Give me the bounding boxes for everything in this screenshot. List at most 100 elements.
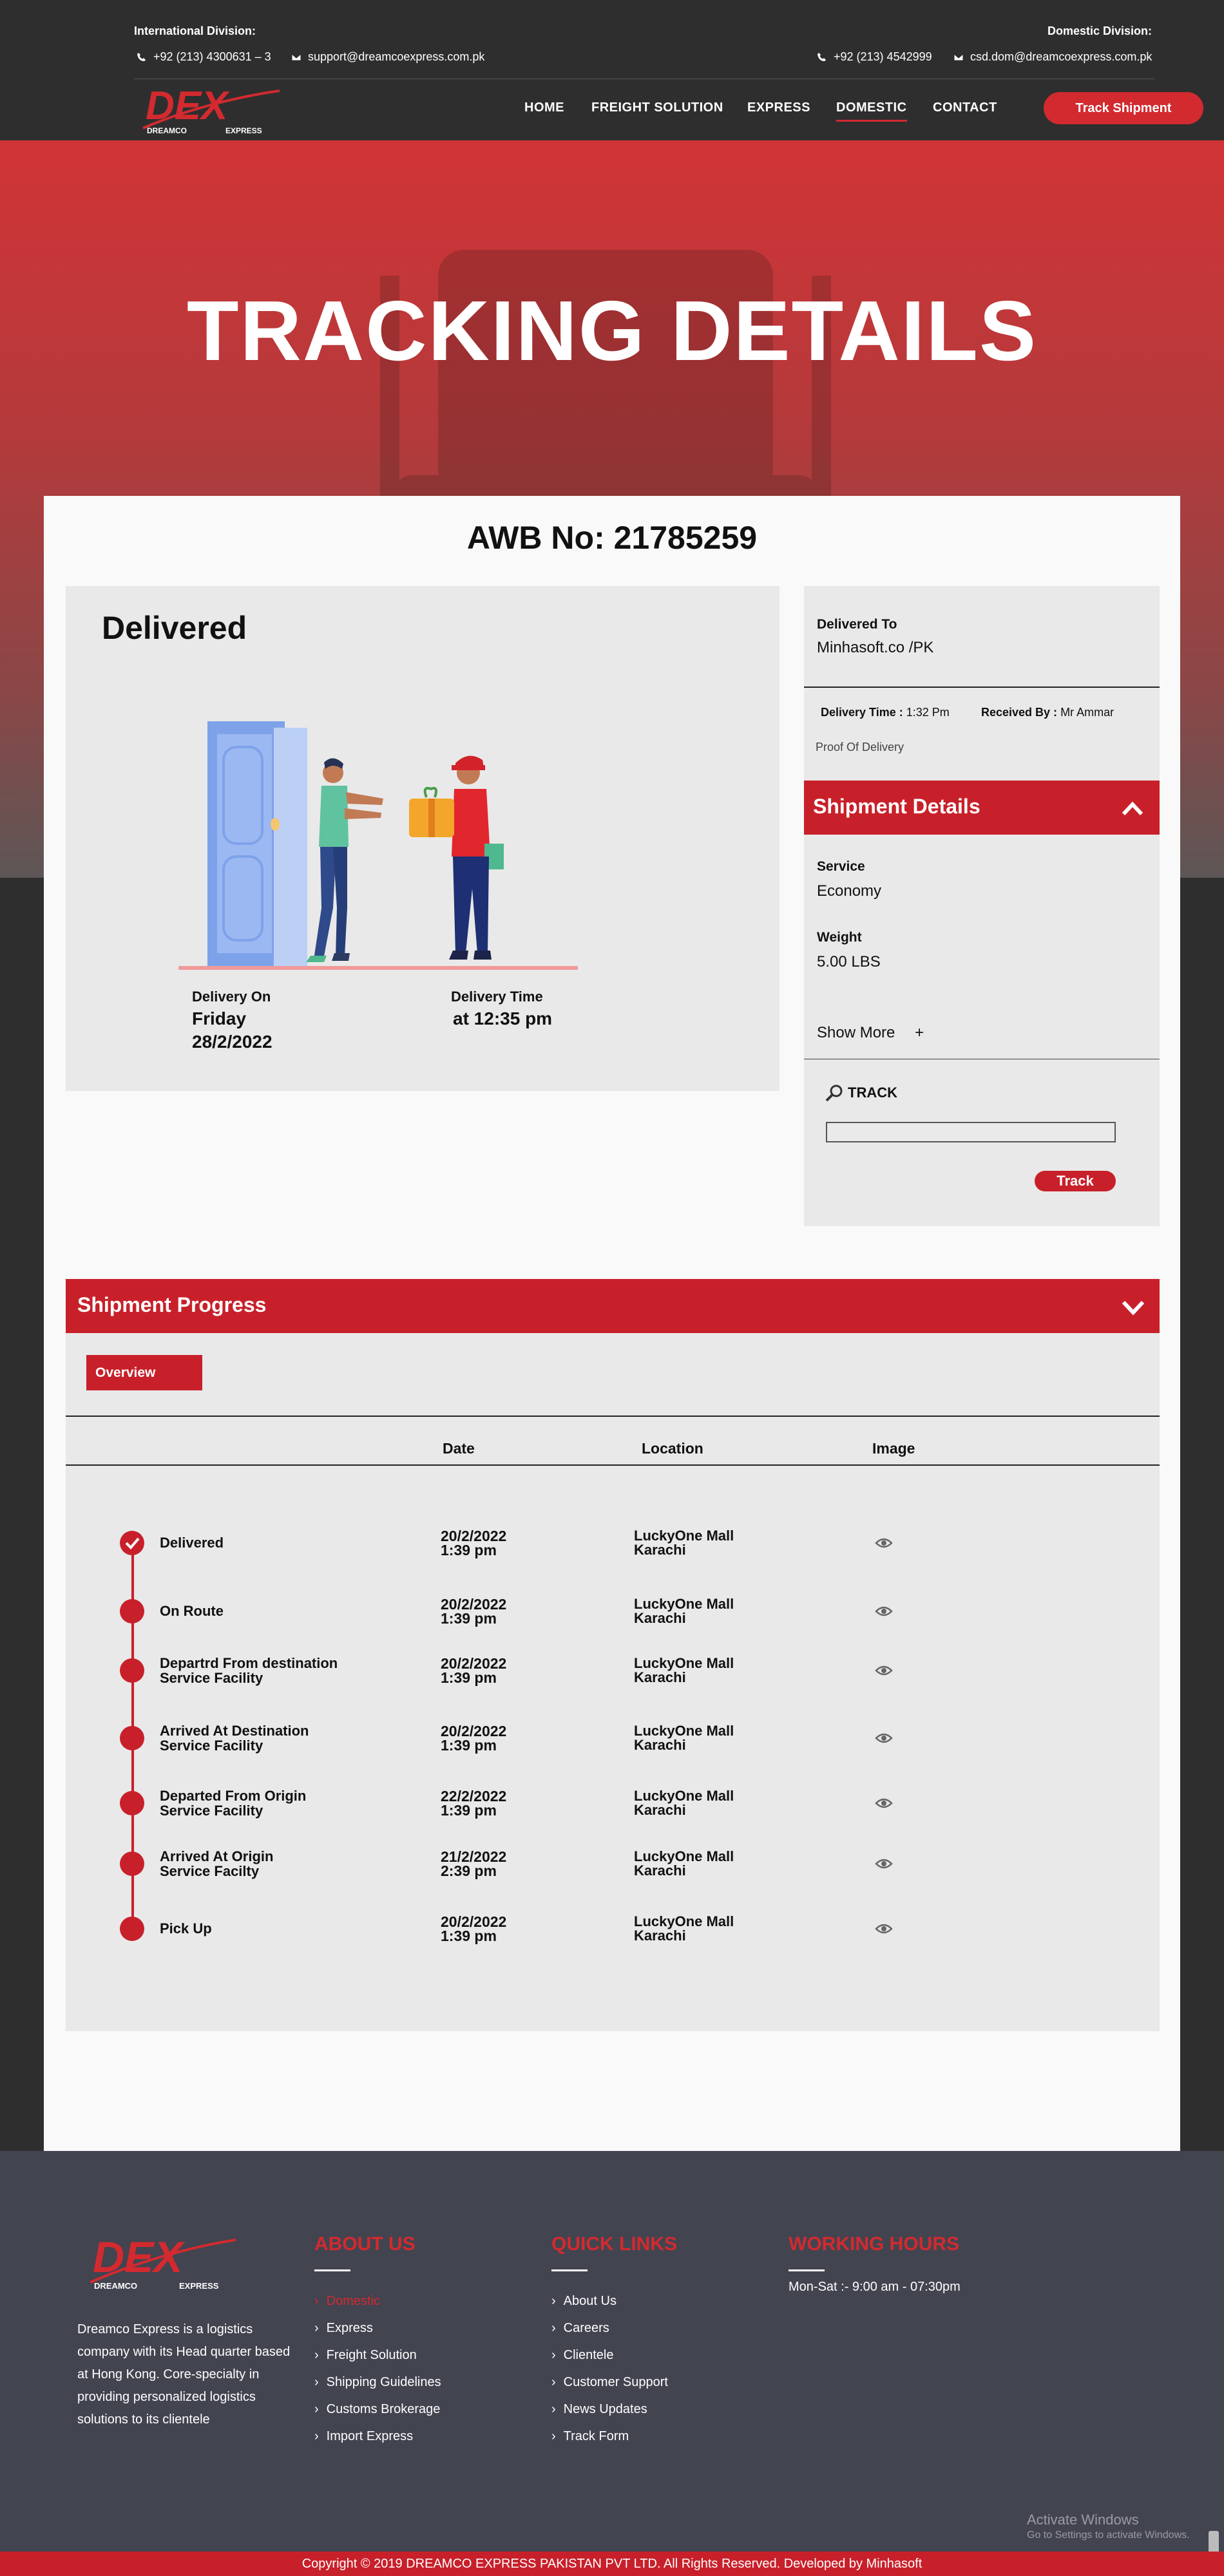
footer-quick-link[interactable]: › Track Form — [551, 2429, 629, 2444]
shipment-progress-header[interactable]: Shipment Progress — [66, 1279, 1160, 1333]
footer-quick-link[interactable]: › About Us — [551, 2294, 617, 2309]
step-time-value: 1:39 pm — [441, 1542, 497, 1558]
step-location-line2: Karachi — [634, 1862, 686, 1879]
footer-quick-link[interactable]: › Clientele — [551, 2348, 614, 2363]
chevron-right-icon: › — [551, 2375, 556, 2389]
step-date: 20/2/2022 1:39 pm — [441, 1597, 506, 1627]
footer-about-link[interactable]: › Shipping Guidelines — [314, 2375, 441, 2390]
side-delivery-time-label: Delivery Time : — [821, 706, 903, 719]
eye-icon[interactable] — [875, 1537, 893, 1549]
step-date-value: 20/2/2022 — [441, 1913, 507, 1930]
column-date: Date — [443, 1440, 475, 1457]
step-time-value: 1:39 pm — [441, 1927, 497, 1944]
step-location: LuckyOne Mall Karachi — [634, 1529, 789, 1557]
footer-about-link[interactable]: › Freight Solution — [314, 2348, 417, 2363]
copyright-bar: Copyright © 2019 DREAMCO EXPRESS PAKISTA… — [0, 2552, 1224, 2576]
show-more-button[interactable]: Show More + — [817, 1024, 924, 1042]
step-date: 20/2/2022 1:39 pm — [441, 1913, 507, 1944]
step-date-value: 20/2/2022 — [441, 1528, 507, 1544]
footer-about-underline — [314, 2269, 350, 2271]
step-label-line1: Departrd From destination — [160, 1655, 338, 1671]
step-dot-icon — [120, 1791, 144, 1815]
step-label-line1: On Route — [160, 1603, 224, 1619]
weight-label: Weight — [817, 930, 862, 945]
shipment-details-header[interactable]: Shipment Details — [804, 781, 1160, 835]
chevron-right-icon: › — [551, 2294, 556, 2308]
nav-contact[interactable]: CONTACT — [933, 100, 997, 115]
domestic-phone[interactable]: +92 (213) 4542999 — [817, 50, 932, 64]
envelope-icon — [291, 53, 301, 61]
domestic-email[interactable]: csd.dom@dreamcoexpress.com.pk — [953, 50, 1152, 64]
magnifier-icon — [825, 1084, 843, 1102]
delivered-to-label: Delivered To — [817, 617, 897, 632]
envelope-icon — [953, 53, 964, 61]
international-email[interactable]: support@dreamcoexpress.com.pk — [291, 50, 484, 64]
step-location-line1: LuckyOne Mall — [634, 1596, 734, 1612]
eye-icon[interactable] — [875, 1732, 893, 1745]
step-time-value: 1:39 pm — [441, 1737, 497, 1754]
scroll-to-top-tab[interactable] — [1209, 2531, 1219, 2554]
delivery-time-value: at 12:35 pm — [453, 1009, 553, 1028]
nav-express[interactable]: EXPRESS — [747, 100, 810, 115]
footer-about-link[interactable]: › Express — [314, 2321, 373, 2336]
footer-about-link-label: Import Express — [326, 2429, 414, 2443]
nav-domestic[interactable]: DOMESTIC — [836, 100, 907, 122]
footer-quick-link-label: Careers — [563, 2321, 609, 2335]
eye-icon[interactable] — [875, 1922, 893, 1935]
track-shipment-button[interactable]: Track Shipment — [1044, 92, 1203, 124]
nav-home[interactable]: HOME — [524, 100, 564, 115]
track-submit-button[interactable]: Track — [1035, 1171, 1116, 1191]
service-label: Service — [817, 859, 865, 874]
proof-of-delivery-link[interactable]: Proof Of Delivery — [816, 741, 904, 754]
domestic-phone-text: +92 (213) 4542999 — [834, 50, 932, 63]
step-time-value: 1:39 pm — [441, 1610, 497, 1627]
column-location: Location — [642, 1440, 703, 1457]
track-awb-input[interactable] — [826, 1122, 1116, 1142]
step-dot-icon — [120, 1599, 144, 1624]
footer-logo-mark: DEX — [93, 2235, 185, 2282]
footer-quick-link[interactable]: › Careers — [551, 2321, 609, 2336]
footer-logo-word-left: DREAMCO — [94, 2281, 137, 2291]
step-label: Arrived At Origin Service Facilty — [160, 1849, 392, 1879]
step-location: LuckyOne Mall Karachi — [634, 1850, 789, 1878]
eye-icon[interactable] — [875, 1857, 893, 1870]
chevron-down-icon[interactable] — [1121, 1296, 1145, 1319]
eye-icon[interactable] — [875, 1797, 893, 1810]
footer-dex-logo[interactable]: DEX DREAMCO EXPRESS — [84, 2235, 238, 2293]
chevron-right-icon: › — [551, 2402, 556, 2416]
step-label-line1: Delivered — [160, 1535, 224, 1551]
footer-about-link-label: Domestic — [326, 2294, 381, 2308]
step-label: Departed From Origin Service Facility — [160, 1788, 392, 1818]
nav-freight-solution[interactable]: FREIGHT SOLUTION — [591, 100, 723, 115]
eye-icon[interactable] — [875, 1605, 893, 1618]
overview-tab[interactable]: Overview — [86, 1355, 202, 1390]
table-header-top-rule — [66, 1416, 1160, 1417]
weight-value: 5.00 LBS — [817, 953, 881, 971]
footer-about-link[interactable]: › Customs Brokerage — [314, 2402, 440, 2417]
chevron-right-icon: › — [551, 2429, 556, 2443]
chevron-up-icon[interactable] — [1121, 796, 1144, 819]
delivery-on-label: Delivery On — [192, 989, 271, 1005]
domestic-email-text: csd.dom@dreamcoexpress.com.pk — [970, 50, 1152, 63]
chevron-right-icon: › — [314, 2429, 319, 2443]
footer-about-link[interactable]: › Import Express — [314, 2429, 413, 2444]
shipment-side-panel: Delivered To Minhasoft.co /PK Delivery T… — [804, 586, 1160, 1226]
step-time-value: 2:39 pm — [441, 1862, 497, 1879]
footer-quick-link[interactable]: › Customer Support — [551, 2375, 668, 2390]
footer-hours-text: Mon-Sat :- 9:00 am - 07:30pm — [789, 2280, 961, 2294]
step-dot-icon — [120, 1658, 144, 1683]
awb-number: AWB No: 21785259 — [466, 520, 758, 556]
footer-logo-word-right: EXPRESS — [179, 2281, 219, 2291]
dex-logo[interactable]: DEX DREAMCO EXPRESS — [137, 86, 282, 137]
footer-about-text: Dreamco Express is a logistics company w… — [77, 2322, 291, 2427]
eye-icon[interactable] — [875, 1664, 893, 1677]
footer-about-link[interactable]: › Domestic — [314, 2294, 380, 2309]
top-contact-bar: International Division: +92 (213) 430063… — [0, 0, 1224, 79]
footer-quick-link[interactable]: › News Updates — [551, 2402, 647, 2417]
chevron-right-icon: › — [314, 2321, 319, 2335]
step-location-line2: Karachi — [634, 1927, 686, 1944]
step-label-line2: Service Facilty — [160, 1863, 260, 1879]
chevron-right-icon: › — [314, 2402, 319, 2416]
international-phone[interactable]: +92 (213) 4300631 – 3 — [137, 50, 271, 64]
side-received-by-label: Received By : — [981, 706, 1058, 719]
